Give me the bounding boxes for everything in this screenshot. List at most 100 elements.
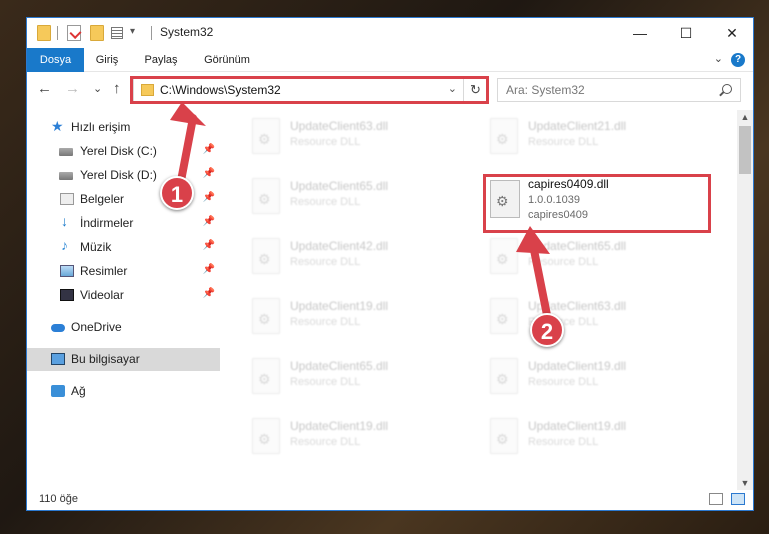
list-item[interactable]: UpdateClient21.dll Resource DLL — [480, 116, 710, 166]
file-description: Resource DLL — [290, 256, 361, 268]
sidebar-item-label: Videolar — [80, 288, 124, 302]
chevron-down-icon[interactable]: ▾ — [130, 26, 135, 37]
list-item[interactable]: UpdateClient19.dll Resource DLL — [242, 296, 472, 346]
tab-file[interactable]: Dosya — [27, 48, 84, 72]
minimize-button[interactable]: — — [617, 18, 663, 48]
pin-icon[interactable]: 📌 — [203, 288, 215, 299]
sidebar-item-quick-access[interactable]: ★ Hızlı erişim — [27, 116, 220, 139]
sidebar-item-label: Yerel Disk (D:) — [80, 168, 157, 182]
pin-icon[interactable]: 📌 — [203, 144, 215, 155]
folder-icon — [37, 25, 51, 41]
expand-ribbon-icon[interactable]: ⌄ — [714, 52, 723, 65]
list-item[interactable]: UpdateClient19.dll Resource DLL — [242, 416, 472, 466]
sidebar-item-onedrive[interactable]: OneDrive — [27, 316, 220, 339]
dll-file-icon — [490, 298, 518, 334]
pictures-icon — [60, 265, 74, 277]
large-icons-view-icon[interactable] — [731, 493, 745, 505]
separator — [57, 26, 58, 40]
sidebar-item-label: Hızlı erişim — [71, 120, 131, 134]
list-item[interactable]: UpdateClient65.dll Resource DLL — [242, 356, 472, 406]
scroll-up-icon[interactable]: ▲ — [737, 112, 753, 122]
pin-icon[interactable]: 📌 — [203, 240, 215, 251]
dll-file-icon — [252, 238, 280, 274]
properties-icon[interactable] — [67, 25, 81, 41]
search-placeholder: Ara: System32 — [506, 83, 585, 97]
recent-locations-button[interactable]: ⌄ — [93, 82, 102, 95]
file-list: UpdateClient63.dll Resource DLL UpdateCl… — [220, 110, 736, 482]
file-name: UpdateClient65.dll — [290, 359, 389, 373]
dll-file-icon — [252, 298, 280, 334]
file-highlight-box — [483, 174, 711, 233]
list-item[interactable]: UpdateClient65.dll Resource DLL — [480, 236, 710, 286]
item-count: 110 öğe — [39, 493, 78, 505]
file-description: Resource DLL — [528, 136, 599, 148]
network-icon — [51, 385, 65, 397]
search-input[interactable]: Ara: System32 — [497, 78, 741, 102]
computer-icon — [51, 353, 65, 365]
star-icon: ★ — [51, 118, 64, 134]
address-highlight-box — [130, 76, 489, 104]
file-description: Resource DLL — [290, 436, 361, 448]
cloud-icon — [51, 324, 65, 332]
list-item[interactable]: UpdateClient42.dll Resource DLL — [242, 236, 472, 286]
back-button[interactable]: ← — [37, 80, 52, 97]
vertical-scrollbar[interactable]: ▲ ▼ — [737, 110, 753, 490]
up-button[interactable]: ↑ — [113, 80, 121, 97]
file-description: Resource DLL — [290, 196, 361, 208]
list-item[interactable]: UpdateClient63.dll Resource DLL — [242, 116, 472, 166]
file-name: UpdateClient19.dll — [528, 419, 627, 433]
sidebar-item-label: Belgeler — [80, 192, 125, 206]
file-name: UpdateClient63.dll — [290, 119, 389, 133]
navigation-pane: ★ Hızlı erişim Yerel Disk (C:) 📌 Yerel D… — [27, 114, 220, 474]
file-description: Resource DLL — [290, 376, 361, 388]
pin-icon[interactable]: 📌 — [203, 192, 215, 203]
sidebar-item-music[interactable]: ♪ Müzik 📌 — [27, 236, 220, 259]
pin-icon[interactable]: 📌 — [203, 264, 215, 275]
sidebar-item-local-disk-c[interactable]: Yerel Disk (C:) 📌 — [27, 140, 220, 163]
dll-file-icon — [252, 178, 280, 214]
ribbon-tabs: Dosya Giriş Paylaş Görünüm ⌄ ? — [27, 48, 753, 72]
documents-icon — [60, 193, 74, 205]
file-name: UpdateClient19.dll — [290, 419, 389, 433]
file-description: Resource DLL — [290, 316, 361, 328]
file-name: UpdateClient65.dll — [290, 179, 389, 193]
maximize-button[interactable]: ☐ — [663, 18, 709, 48]
list-item[interactable]: UpdateClient65.dll Resource DLL — [242, 176, 472, 226]
file-name: UpdateClient19.dll — [528, 359, 627, 373]
list-item[interactable]: UpdateClient19.dll Resource DLL — [480, 356, 710, 406]
sidebar-item-pictures[interactable]: Resimler 📌 — [27, 260, 220, 283]
file-description: Resource DLL — [528, 376, 599, 388]
dll-file-icon — [490, 418, 518, 454]
list-item[interactable]: UpdateClient63.dll Resource DLL — [480, 296, 710, 346]
file-name: UpdateClient63.dll — [528, 299, 627, 313]
list-item[interactable]: UpdateClient19.dll Resource DLL — [480, 416, 710, 466]
new-folder-icon[interactable] — [90, 25, 104, 41]
sidebar-item-label: Müzik — [80, 240, 112, 254]
sidebar-item-videos[interactable]: Videolar 📌 — [27, 284, 220, 307]
window-title: System32 — [160, 25, 214, 39]
file-name: UpdateClient21.dll — [528, 119, 627, 133]
pin-icon[interactable]: 📌 — [203, 168, 215, 179]
dll-file-icon — [252, 358, 280, 394]
close-button[interactable]: ✕ — [709, 18, 755, 48]
tab-share[interactable]: Paylaş — [135, 48, 187, 72]
forward-button[interactable]: → — [65, 80, 80, 97]
scrollbar-thumb[interactable] — [739, 126, 751, 174]
pin-icon[interactable]: 📌 — [203, 216, 215, 227]
file-name: UpdateClient65.dll — [528, 239, 627, 253]
file-name: UpdateClient19.dll — [290, 299, 389, 313]
sidebar-item-downloads[interactable]: ↓ İndirmeler 📌 — [27, 212, 220, 235]
scroll-down-icon[interactable]: ▼ — [737, 478, 753, 488]
tab-view[interactable]: Görünüm — [195, 48, 259, 72]
dll-file-icon — [490, 118, 518, 154]
download-icon: ↓ — [61, 213, 68, 229]
dll-file-icon — [252, 418, 280, 454]
view-options-icon[interactable] — [111, 27, 123, 39]
details-view-icon[interactable] — [709, 493, 723, 505]
step-badge-2: 2 — [530, 313, 564, 347]
sidebar-item-network[interactable]: Ağ — [27, 380, 220, 403]
help-button[interactable]: ? — [731, 53, 745, 67]
sidebar-item-this-pc[interactable]: Bu bilgisayar — [27, 348, 220, 371]
tab-home[interactable]: Giriş — [87, 48, 127, 72]
search-icon[interactable] — [722, 84, 732, 94]
